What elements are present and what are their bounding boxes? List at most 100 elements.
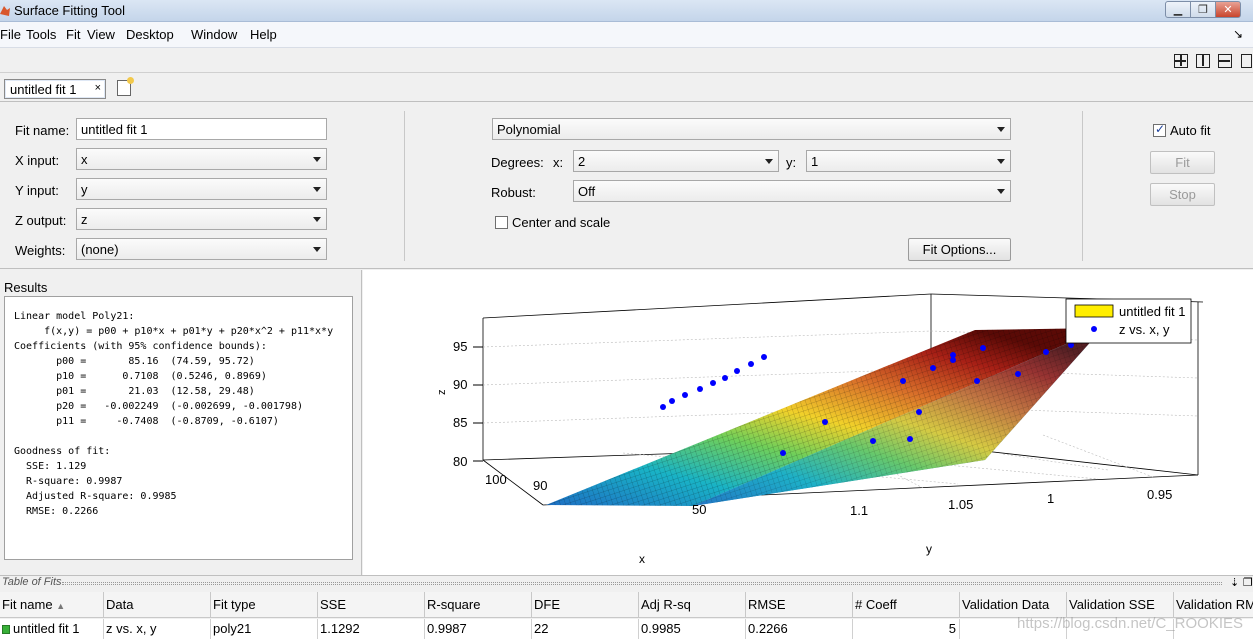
fit-status-icon: [2, 625, 10, 634]
weights-select[interactable]: (none): [76, 238, 327, 260]
y-input-select[interactable]: y: [76, 178, 327, 200]
fit-config-panel: Fit name: untitled fit 1 X input: x Y in…: [0, 103, 1253, 269]
col-rmse[interactable]: RMSE: [746, 592, 853, 618]
new-fit-icon[interactable]: [117, 77, 134, 96]
menu-file[interactable]: File: [0, 27, 21, 42]
col-sse[interactable]: SSE: [318, 592, 425, 618]
x-axis-label: x: [639, 552, 645, 566]
menu-desktop[interactable]: Desktop: [126, 27, 174, 42]
robust-select[interactable]: Off: [573, 180, 1011, 202]
data-point: [660, 404, 666, 410]
close-tab-icon[interactable]: ×: [95, 82, 101, 94]
z-axis: 95 90 85 80 z: [436, 339, 483, 469]
results-title: Results: [4, 280, 48, 295]
data-point: [980, 345, 986, 351]
degree-x-value: 2: [578, 154, 586, 169]
y-tick: 0.95: [1147, 487, 1172, 502]
legend-entry: untitled fit 1: [1119, 304, 1186, 319]
degree-y-label: y:: [786, 155, 797, 170]
chevron-down-icon: [313, 157, 321, 162]
x-input-value: x: [81, 152, 88, 167]
x-input-select[interactable]: x: [76, 148, 327, 170]
y-tick: 1.1: [850, 503, 868, 518]
z-tick: 90: [453, 377, 467, 392]
legend-points-marker: [1091, 326, 1097, 332]
undock-icon[interactable]: ❐: [1243, 576, 1253, 589]
plot-legend[interactable]: untitled fit 1 z vs. x, y: [1065, 298, 1192, 344]
z-tick: 80: [453, 454, 467, 469]
col-dfe[interactable]: DFE: [532, 592, 639, 618]
close-icon[interactable]: ✕: [1215, 1, 1241, 18]
data-point: [1015, 371, 1021, 377]
col-fit-type[interactable]: Fit type: [211, 592, 318, 618]
table-of-fits-title: Table of Fits: [2, 576, 62, 588]
menu-fit[interactable]: Fit: [66, 27, 80, 42]
menu-tools[interactable]: Tools: [26, 27, 56, 42]
col-num-coeff[interactable]: # Coeff: [853, 592, 960, 618]
col-adj-r-sq[interactable]: Adj R-sq: [639, 592, 746, 618]
results-text: Linear model Poly21: f(x,y) = p00 + p10*…: [4, 296, 353, 560]
menu-help[interactable]: Help: [250, 27, 277, 42]
fit-button[interactable]: Fit: [1150, 151, 1215, 174]
stop-button[interactable]: Stop: [1150, 183, 1215, 206]
data-point: [930, 365, 936, 371]
x-tick: 100: [485, 472, 507, 487]
maximize-icon[interactable]: ❐: [1190, 1, 1216, 18]
data-point: [907, 436, 913, 442]
cell-rmse: 0.2266: [746, 619, 853, 639]
undock-icon[interactable]: [1241, 54, 1252, 68]
two-column-layout-icon[interactable]: [1196, 54, 1210, 68]
degree-x-select[interactable]: 2: [573, 150, 779, 172]
grid-layout-icon[interactable]: [1174, 54, 1188, 68]
weights-label: Weights:: [15, 243, 66, 258]
menu-view[interactable]: View: [87, 27, 115, 42]
col-r-square[interactable]: R-square: [425, 592, 532, 618]
chevron-down-icon: [313, 247, 321, 252]
center-scale-checkbox[interactable]: [495, 216, 508, 229]
x-tick: 50: [692, 502, 706, 517]
robust-value: Off: [578, 184, 596, 199]
cell-sse: 1.1292: [318, 619, 425, 639]
y-axis: 1.1 1.05 1 0.95 y: [850, 487, 1172, 556]
matlab-icon: [0, 6, 10, 16]
degree-y-select[interactable]: 1: [806, 150, 1011, 172]
auto-fit-checkbox[interactable]: [1153, 122, 1166, 137]
cell-fit-type: poly21: [211, 619, 318, 639]
data-point: [682, 392, 688, 398]
data-point: [916, 409, 922, 415]
fit-name-input[interactable]: untitled fit 1: [76, 118, 327, 140]
z-output-select[interactable]: z: [76, 208, 327, 230]
cell-data: z vs. x, y: [104, 619, 211, 639]
menu-window[interactable]: Window: [191, 27, 237, 42]
col-data[interactable]: Data: [104, 592, 211, 618]
panel-grip[interactable]: [62, 582, 1222, 585]
x-tick: 90: [533, 478, 547, 493]
col-fit-name[interactable]: Fit name ▲: [0, 592, 104, 618]
col-label: Fit name: [2, 597, 53, 612]
results-panel: Results Linear model Poly21: f(x,y) = p0…: [0, 270, 362, 575]
surface-plot[interactable]: 95 90 85 80 z 100 90 50 x 1.1 1.05 1 0.9…: [363, 270, 1253, 575]
fit-options-button[interactable]: Fit Options...: [908, 238, 1011, 261]
y-axis-label: y: [926, 542, 932, 556]
watermark: https://blog.csdn.net/C_ROOKIES: [1017, 615, 1243, 632]
dock-arrow-icon[interactable]: ↘: [1233, 27, 1243, 41]
cell-adj-r-sq: 0.9985: [639, 619, 746, 639]
data-point: [748, 361, 754, 367]
degree-y-value: 1: [811, 154, 819, 169]
title-bar: Surface Fitting Tool ▁ ❐ ✕: [0, 0, 1253, 22]
auto-fit-label: Auto fit: [1170, 123, 1211, 138]
tab-untitled-fit-1[interactable]: untitled fit 1 ×: [4, 79, 106, 99]
fit-type-select[interactable]: Polynomial: [492, 118, 1011, 140]
minimize-icon[interactable]: ▁: [1165, 1, 1191, 18]
two-row-layout-icon[interactable]: [1218, 54, 1232, 68]
dock-arrow-icon[interactable]: ⇣: [1230, 576, 1239, 589]
z-output-label: Z output:: [15, 213, 67, 228]
chevron-down-icon: [765, 159, 773, 164]
legend-surface-swatch: [1074, 304, 1114, 318]
chevron-down-icon: [997, 159, 1005, 164]
weights-value: (none): [81, 242, 119, 257]
data-point: [950, 352, 956, 358]
cell-num-coeff: 5: [853, 619, 960, 639]
data-point: [900, 378, 906, 384]
data-point: [822, 419, 828, 425]
